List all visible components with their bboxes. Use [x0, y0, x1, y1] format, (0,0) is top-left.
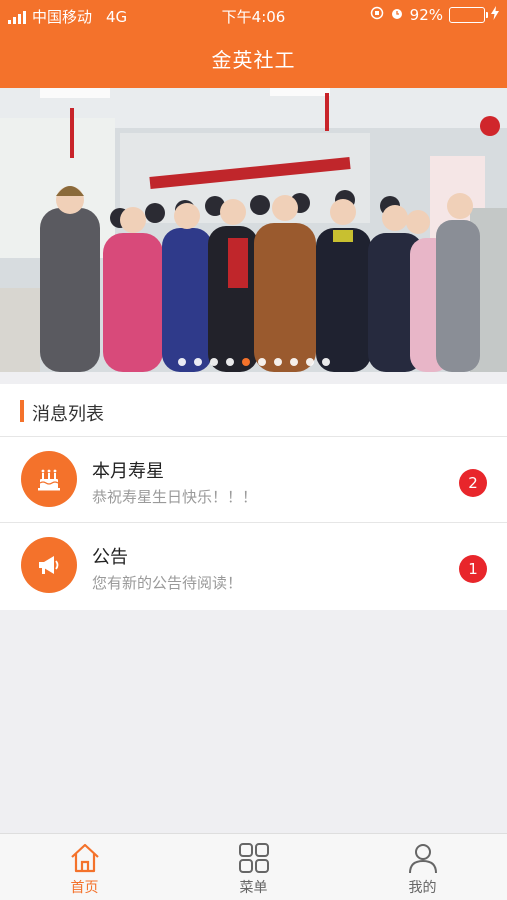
tab-label: 菜单 — [239, 880, 268, 896]
tab-profile[interactable]: 我的 — [338, 834, 507, 900]
tab-bar: 首页 菜单 我的 — [0, 833, 507, 900]
tab-menu[interactable]: 菜单 — [169, 834, 338, 900]
message-subtitle: 恭祝寿星生日快乐！！！ — [92, 488, 258, 506]
banner-image — [0, 88, 507, 372]
carousel-dot[interactable] — [225, 358, 234, 366]
banner-carousel[interactable] — [0, 88, 507, 372]
carousel-dot[interactable] — [241, 358, 250, 366]
carousel-dot[interactable] — [321, 358, 330, 366]
battery-icon — [449, 7, 488, 23]
carousel-dot[interactable] — [209, 358, 218, 366]
rotation-lock-icon — [370, 6, 384, 24]
message-subtitle: 您有新的公告待阅读！ — [92, 574, 243, 592]
carousel-dot[interactable] — [289, 358, 298, 366]
message-list: 消息列表 本月寿星 恭祝寿星生日快乐！！！ 2 公告 您有新的公告待阅读！ 1 — [0, 384, 507, 610]
section-title: 消息列表 — [32, 404, 104, 425]
carousel-dot[interactable] — [177, 358, 186, 366]
message-item-announcement[interactable]: 公告 您有新的公告待阅读！ 1 — [0, 523, 507, 609]
message-list-header: 消息列表 — [0, 384, 507, 437]
user-icon — [408, 844, 437, 874]
message-title: 公告 — [92, 547, 128, 568]
tab-home[interactable]: 首页 — [0, 834, 169, 900]
unread-badge: 2 — [459, 469, 487, 497]
carousel-dot[interactable] — [257, 358, 266, 366]
grid-menu-icon — [238, 843, 269, 873]
carousel-indicator[interactable] — [0, 358, 507, 366]
battery-percent: 92% — [409, 6, 443, 24]
carousel-dot[interactable] — [305, 358, 314, 366]
message-title: 本月寿星 — [92, 461, 164, 482]
top-bar: 中国移动 4G 下午4:06 92% 金英社工 — [0, 0, 507, 88]
megaphone-icon — [21, 537, 77, 593]
section-accent-bar — [20, 400, 24, 422]
carousel-dot[interactable] — [273, 358, 282, 366]
charging-icon — [491, 6, 499, 24]
tab-label: 首页 — [70, 880, 99, 896]
unread-badge: 1 — [459, 555, 487, 583]
carousel-dot[interactable] — [193, 358, 202, 366]
home-icon — [70, 843, 99, 873]
message-item-birthday[interactable]: 本月寿星 恭祝寿星生日快乐！！！ 2 — [0, 437, 507, 523]
alarm-icon — [390, 6, 404, 24]
tab-label: 我的 — [408, 880, 437, 896]
status-bar: 中国移动 4G 下午4:06 92% — [0, 0, 507, 30]
page-title: 金英社工 — [211, 48, 296, 72]
cake-icon — [21, 451, 77, 507]
